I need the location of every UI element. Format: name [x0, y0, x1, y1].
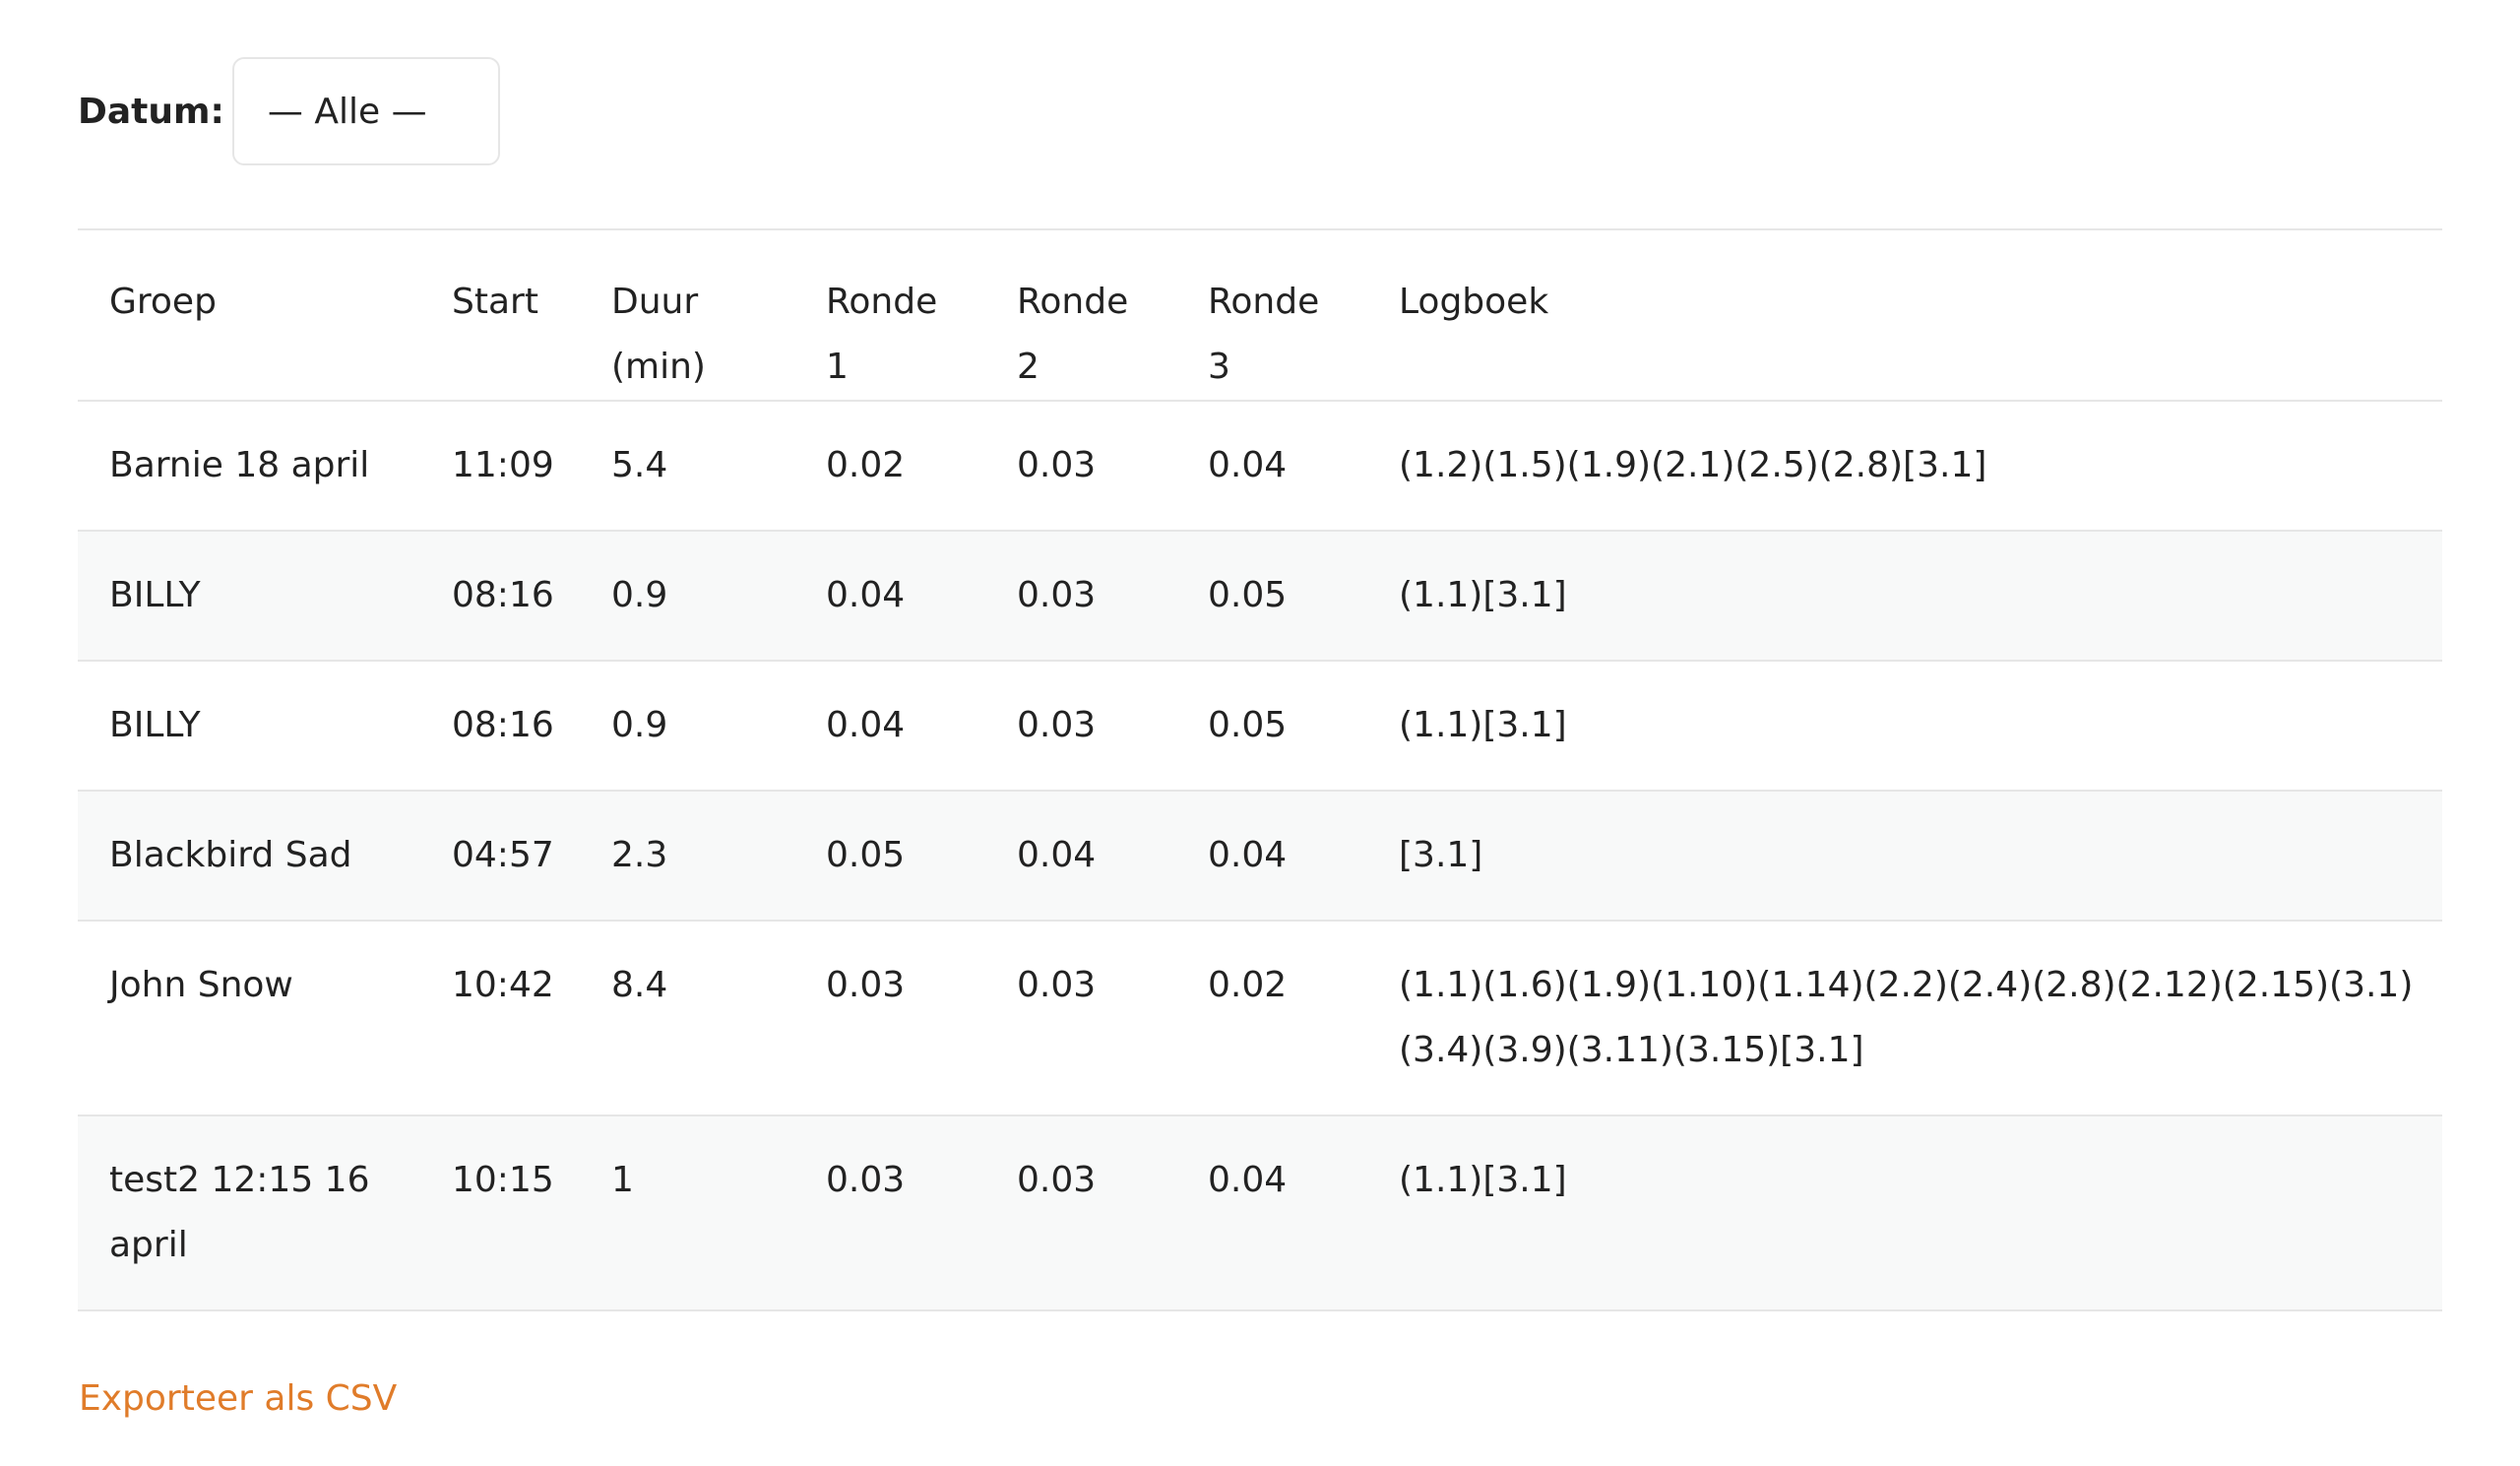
- cell-groep: John Snow: [109, 965, 293, 1005]
- header-ronde-2: Ronde 2: [1017, 282, 1129, 387]
- cell-logboek: [3.1]: [1399, 835, 1483, 875]
- cell-ronde-1: 0.04: [826, 705, 906, 745]
- table-row: John Snow 10:42 8.4 0.03 0.03 0.02 (1.1)…: [78, 921, 2442, 1115]
- header-groep: Groep: [109, 282, 217, 322]
- cell-duur: 5.4: [611, 445, 668, 485]
- table-header-row: Groep Start Duur (min) Ronde 1 Ronde 2 R…: [78, 229, 2442, 401]
- cell-logboek: (1.1)[3.1]: [1399, 705, 1567, 745]
- cell-logboek: (1.2)(1.5)(1.9)(2.1)(2.5)(2.8)[3.1]: [1399, 445, 1987, 485]
- cell-start: 10:15: [452, 1160, 554, 1200]
- cell-duur: 1: [611, 1160, 634, 1200]
- cell-duur: 8.4: [611, 965, 668, 1005]
- cell-ronde-2: 0.03: [1017, 575, 1097, 615]
- cell-ronde-3: 0.02: [1208, 965, 1288, 1005]
- header-ronde-3: Ronde 3: [1208, 282, 1320, 387]
- table-row: BILLY 08:16 0.9 0.04 0.03 0.05 (1.1)[3.1…: [78, 661, 2442, 791]
- cell-ronde-2: 0.04: [1017, 835, 1097, 875]
- cell-logboek: (1.1)[3.1]: [1399, 575, 1567, 615]
- cell-groep: BILLY: [109, 705, 201, 745]
- header-ronde-1: Ronde 1: [826, 282, 938, 387]
- page: Datum: — Alle — Groep Start Duur (min) R…: [0, 0, 2520, 1466]
- cell-ronde-1: 0.03: [826, 965, 906, 1005]
- cell-ronde-1: 0.05: [826, 835, 906, 875]
- cell-duur: 0.9: [611, 575, 668, 615]
- cell-ronde-1: 0.04: [826, 575, 906, 615]
- cell-ronde-2: 0.03: [1017, 445, 1097, 485]
- cell-start: 11:09: [452, 445, 554, 485]
- header-start: Start: [452, 282, 538, 322]
- cell-groep: test2 12:15 16 april: [109, 1160, 370, 1265]
- cell-ronde-2: 0.03: [1017, 1160, 1097, 1200]
- date-filter-label: Datum:: [78, 91, 224, 132]
- cell-groep: BILLY: [109, 575, 201, 615]
- cell-logboek: (1.1)[3.1]: [1399, 1160, 1567, 1200]
- cell-ronde-3: 0.05: [1208, 705, 1288, 745]
- cell-logboek: (1.1)(1.6)(1.9)(1.10)(1.14)(2.2)(2.4)(2.…: [1399, 965, 2414, 1070]
- cell-ronde-3: 0.05: [1208, 575, 1288, 615]
- cell-start: 04:57: [452, 835, 554, 875]
- date-select[interactable]: — Alle —: [231, 57, 500, 165]
- cell-ronde-1: 0.02: [826, 445, 906, 485]
- results-table: Groep Start Duur (min) Ronde 1 Ronde 2 R…: [78, 228, 2442, 1311]
- table-row: Barnie 18 april 11:09 5.4 0.02 0.03 0.04…: [78, 401, 2442, 531]
- cell-groep: Blackbird Sad: [109, 835, 352, 875]
- header-duur: Duur (min): [611, 282, 706, 387]
- date-filter: Datum: — Alle —: [78, 57, 500, 165]
- cell-ronde-3: 0.04: [1208, 1160, 1288, 1200]
- cell-ronde-2: 0.03: [1017, 705, 1097, 745]
- table-row: Blackbird Sad 04:57 2.3 0.05 0.04 0.04 […: [78, 791, 2442, 921]
- cell-ronde-2: 0.03: [1017, 965, 1097, 1005]
- header-logboek: Logboek: [1399, 282, 1549, 322]
- export-csv-link[interactable]: Exporteer als CSV: [79, 1378, 397, 1419]
- cell-ronde-1: 0.03: [826, 1160, 906, 1200]
- table-row: BILLY 08:16 0.9 0.04 0.03 0.05 (1.1)[3.1…: [78, 531, 2442, 661]
- cell-start: 08:16: [452, 575, 554, 615]
- cell-ronde-3: 0.04: [1208, 835, 1288, 875]
- cell-duur: 2.3: [611, 835, 668, 875]
- cell-start: 08:16: [452, 705, 554, 745]
- cell-duur: 0.9: [611, 705, 668, 745]
- cell-groep: Barnie 18 april: [109, 445, 370, 485]
- cell-ronde-3: 0.04: [1208, 445, 1288, 485]
- cell-start: 10:42: [452, 965, 554, 1005]
- table-row: test2 12:15 16 april 10:15 1 0.03 0.03 0…: [78, 1115, 2442, 1310]
